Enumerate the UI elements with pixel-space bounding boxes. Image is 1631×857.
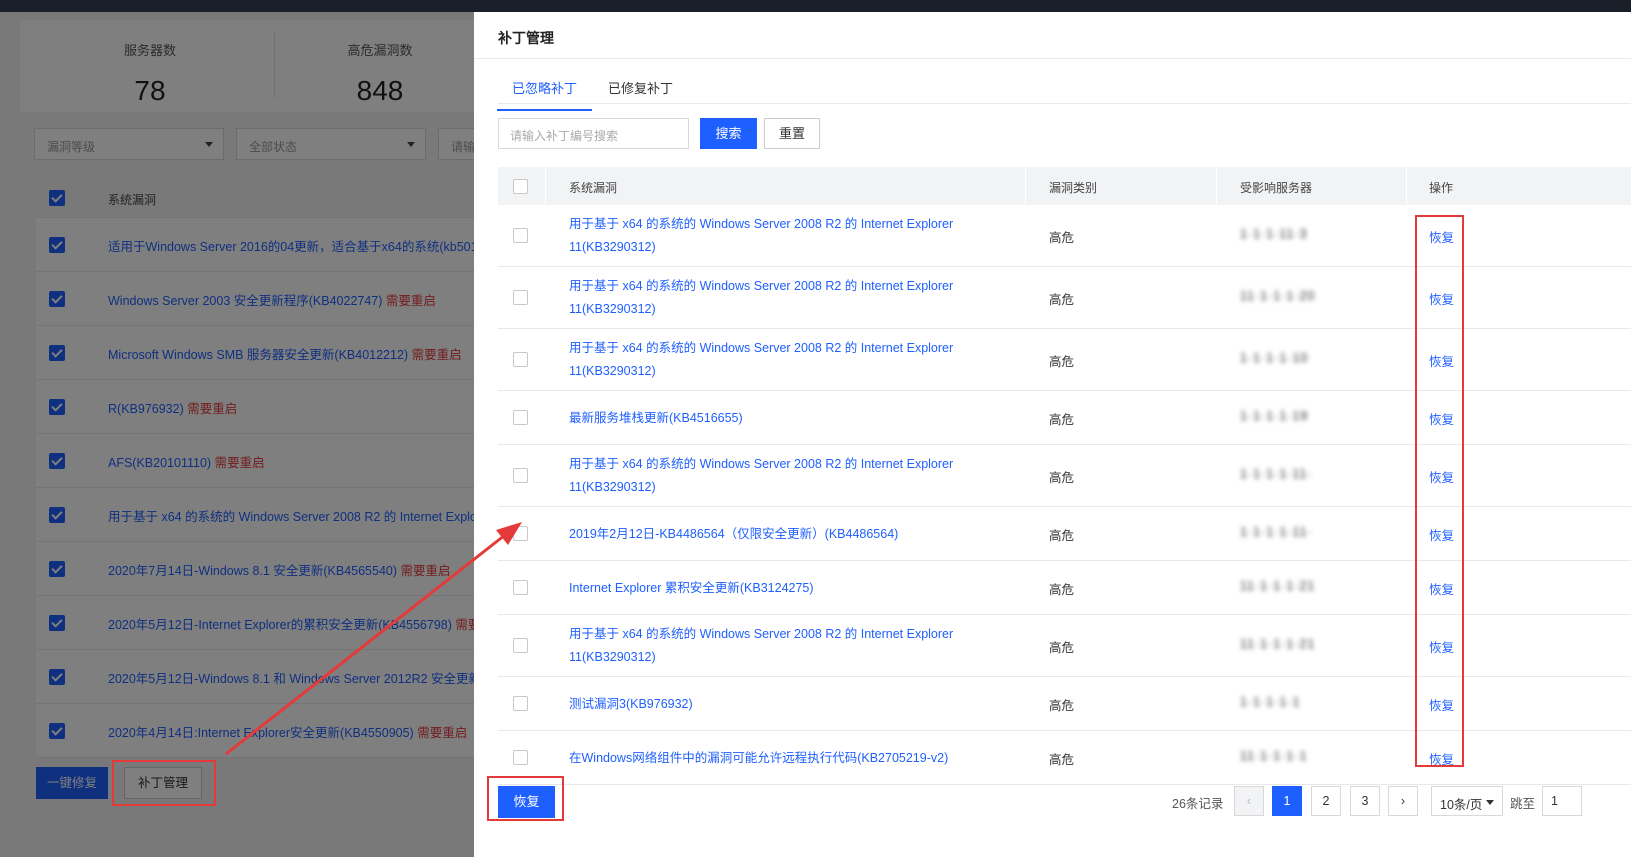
- column-header-action: 操作: [1429, 181, 1454, 195]
- server-cell: 1·1·1·11·3: [1240, 227, 1308, 241]
- category-cell: 高危: [1049, 355, 1075, 369]
- prev-page-button[interactable]: ‹: [1234, 786, 1264, 816]
- patch-search-input[interactable]: 请输入补丁编号搜索: [498, 118, 689, 149]
- row-checkbox[interactable]: [513, 580, 528, 595]
- chevron-left-icon: ‹: [1246, 794, 1252, 808]
- patch-name-link[interactable]: Internet Explorer 累积安全更新(KB3124275): [569, 577, 1009, 600]
- patch-management-drawer: 补丁管理 已忽略补丁 已修复补丁 请输入补丁编号搜索 搜索 重置 系统漏洞 漏洞…: [474, 12, 1631, 857]
- server-cell: 1·1·1·1·11·: [1240, 467, 1313, 481]
- patch-name-link[interactable]: 最新服务堆栈更新(KB4516655): [569, 407, 1009, 430]
- row-checkbox[interactable]: [513, 696, 528, 711]
- category-cell: 高危: [1049, 471, 1075, 485]
- top-bar: [0, 0, 1631, 12]
- category-cell: 高危: [1049, 529, 1075, 543]
- server-cell: 1·1·1·1·11·: [1240, 525, 1313, 539]
- row-checkbox[interactable]: [513, 290, 528, 305]
- patch-name-link[interactable]: 用于基于 x64 的系统的 Windows Server 2008 R2 的 I…: [569, 337, 1009, 383]
- divider: [474, 58, 1631, 59]
- category-cell: 高危: [1049, 231, 1075, 245]
- patch-name-link[interactable]: 在Windows网络组件中的漏洞可能允许远程执行代码(KB2705219-v2): [569, 747, 1009, 770]
- chevron-right-icon: ›: [1400, 794, 1406, 808]
- server-cell: 1·1·1·1·10: [1240, 351, 1309, 365]
- jump-label: 跳至: [1510, 797, 1536, 811]
- server-cell: 11·1·1·1·20: [1240, 289, 1316, 303]
- server-cell: 11·1·1·1·1: [1240, 749, 1308, 763]
- column-header-category: 漏洞类别: [1049, 181, 1098, 195]
- column-header-vuln: 系统漏洞: [569, 181, 618, 195]
- patch-name-link[interactable]: 测试漏洞3(KB976932): [569, 693, 1009, 716]
- reset-button[interactable]: 重置: [764, 118, 820, 149]
- overlay-mask: [0, 12, 500, 857]
- row-checkbox[interactable]: [513, 410, 528, 425]
- row-checkbox[interactable]: [513, 468, 528, 483]
- drawer-title: 补丁管理: [498, 30, 554, 46]
- tab-divider: [498, 103, 1631, 104]
- highlight-box-restore-column: [1415, 215, 1464, 767]
- row-checkbox[interactable]: [513, 228, 528, 243]
- category-cell: 高危: [1049, 293, 1075, 307]
- select-all-checkbox[interactable]: [513, 179, 528, 194]
- page-3-button[interactable]: 3: [1350, 786, 1380, 816]
- caret-down-icon: [1486, 800, 1494, 805]
- row-checkbox[interactable]: [513, 638, 528, 653]
- search-button[interactable]: 搜索: [700, 118, 757, 149]
- column-separator: [1406, 167, 1407, 205]
- page-2-button[interactable]: 2: [1311, 786, 1341, 816]
- server-cell: 1·1·1·1·1: [1240, 695, 1301, 709]
- page-1-button[interactable]: 1: [1272, 786, 1302, 816]
- category-cell: 高危: [1049, 413, 1075, 427]
- row-checkbox[interactable]: [513, 352, 528, 367]
- table-header: 系统漏洞 漏洞类别 受影响服务器 操作: [498, 167, 1631, 205]
- highlight-box-restore-button: [487, 776, 564, 821]
- patch-name-link[interactable]: 用于基于 x64 的系统的 Windows Server 2008 R2 的 I…: [569, 453, 1009, 499]
- row-checkbox[interactable]: [513, 750, 528, 765]
- server-cell: 11·1·1·1·21: [1240, 579, 1316, 593]
- total-records: 26条记录: [1172, 797, 1224, 811]
- category-cell: 高危: [1049, 699, 1075, 713]
- tab-fixed-patches[interactable]: 已修复补丁: [608, 78, 673, 109]
- jump-page-input[interactable]: 1: [1542, 786, 1582, 816]
- server-cell: 11·1·1·1·21: [1240, 637, 1316, 651]
- column-header-servers: 受影响服务器: [1240, 181, 1313, 195]
- column-separator: [545, 167, 546, 205]
- category-cell: 高危: [1049, 753, 1075, 767]
- server-cell: 1·1·1·1·19: [1240, 409, 1309, 423]
- highlight-box-patch-button: [112, 760, 216, 806]
- page-size-value: 10条/页: [1440, 798, 1483, 812]
- tab-ignored-patches[interactable]: 已忽略补丁: [497, 78, 593, 111]
- patch-name-link[interactable]: 用于基于 x64 的系统的 Windows Server 2008 R2 的 I…: [569, 623, 1009, 669]
- category-cell: 高危: [1049, 583, 1075, 597]
- category-cell: 高危: [1049, 641, 1075, 655]
- next-page-button[interactable]: ›: [1388, 786, 1418, 816]
- row-checkbox[interactable]: [513, 526, 528, 541]
- patch-name-link[interactable]: 用于基于 x64 的系统的 Windows Server 2008 R2 的 I…: [569, 213, 1009, 259]
- patch-name-link[interactable]: 2019年2月12日-KB4486564（仅限安全更新）(KB4486564): [569, 523, 1009, 546]
- patch-name-link[interactable]: 用于基于 x64 的系统的 Windows Server 2008 R2 的 I…: [569, 275, 1009, 321]
- column-separator: [1025, 167, 1026, 205]
- page-size-select[interactable]: 10条/页: [1431, 786, 1503, 816]
- column-separator: [1216, 167, 1217, 205]
